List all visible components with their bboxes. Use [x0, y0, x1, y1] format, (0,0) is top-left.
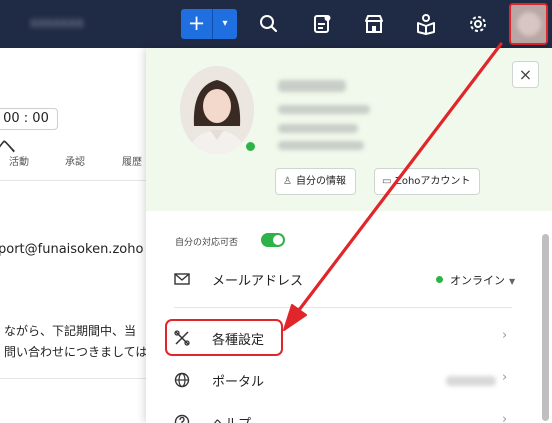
- profile-photo-image: [180, 66, 254, 154]
- user-avatar-button[interactable]: [509, 3, 548, 45]
- highlight-box: [165, 319, 283, 356]
- menu-item-help[interactable]: ヘルプ ›: [146, 403, 540, 423]
- time-field[interactable]: 00 : 00: [0, 108, 58, 130]
- user-icon: ♙: [283, 176, 292, 187]
- top-navigation-bar: xxxxxxx + ▾: [0, 0, 552, 48]
- chevron-right-icon: ›: [502, 370, 508, 385]
- chevron-down-icon[interactable]: ▾: [213, 9, 237, 39]
- search-icon[interactable]: [257, 12, 281, 36]
- my-info-button[interactable]: ♙ 自分の情報: [275, 168, 356, 195]
- chevron-down-icon: ▼: [509, 277, 516, 286]
- user-detail-redacted: [278, 141, 364, 150]
- availability-toggle[interactable]: [261, 233, 285, 247]
- portal-label: ポータル: [212, 375, 265, 390]
- online-status-dropdown[interactable]: オンライン ▼: [436, 272, 515, 288]
- close-button[interactable]: ×: [512, 61, 539, 88]
- background-text-line: ながら、下記期間中、当: [4, 324, 137, 338]
- user-book-icon[interactable]: [414, 12, 438, 36]
- mail-label: メールアドレス: [212, 274, 304, 289]
- tab-approval[interactable]: 承認: [65, 153, 85, 168]
- gear-icon[interactable]: [466, 12, 490, 36]
- chevron-right-icon: ›: [502, 328, 508, 343]
- avatar: [517, 12, 541, 36]
- help-icon: [174, 414, 190, 423]
- notes-icon[interactable]: [310, 12, 334, 36]
- background-tabs: 活動 承認 履歴: [0, 150, 150, 172]
- background-email: port@funaisoken.zoho: [0, 242, 144, 257]
- org-name: xxxxxxx: [30, 16, 84, 31]
- globe-icon: [174, 372, 190, 388]
- tab-activity[interactable]: 活動: [9, 153, 29, 168]
- add-new-button[interactable]: + ▾: [181, 9, 237, 39]
- online-dot: [436, 276, 443, 283]
- my-info-label: 自分の情報: [296, 176, 346, 187]
- tabs-divider: [0, 180, 150, 181]
- user-name-redacted: [278, 80, 346, 92]
- tab-history[interactable]: 履歴: [122, 153, 142, 168]
- zoho-account-label: Zohoアカウント: [395, 176, 471, 187]
- menu-divider: [174, 307, 512, 308]
- store-icon[interactable]: [362, 12, 386, 36]
- panel-scrollbar[interactable]: [542, 234, 549, 421]
- background-text-line: 問い合わせにつきましては、: [4, 345, 160, 359]
- online-status-dot: [244, 140, 257, 153]
- toggle-knob: [273, 235, 283, 245]
- content-divider: [0, 378, 150, 379]
- help-label: ヘルプ: [212, 413, 251, 423]
- zoho-account-button[interactable]: ▭ Zohoアカウント: [374, 168, 481, 195]
- profile-photo: [180, 66, 254, 154]
- chevron-right-icon: ›: [502, 412, 508, 423]
- user-detail-redacted: [278, 105, 370, 114]
- profile-header: × ♙ 自分の情報 ▭ Zohoアカウント: [146, 48, 552, 211]
- mail-icon: [174, 273, 190, 285]
- plus-icon[interactable]: +: [181, 9, 212, 39]
- availability-label: 自分の対応可否: [175, 238, 239, 248]
- user-detail-redacted: [278, 124, 358, 133]
- account-icon: ▭: [382, 176, 392, 187]
- background-page: ヘ: [0, 48, 150, 423]
- portal-name-redacted: [446, 376, 496, 386]
- profile-panel: × ♙ 自分の情報 ▭ Zohoアカウント 自分の対応可否 メールアドレス オン…: [146, 48, 552, 423]
- online-label: オンライン: [450, 274, 505, 287]
